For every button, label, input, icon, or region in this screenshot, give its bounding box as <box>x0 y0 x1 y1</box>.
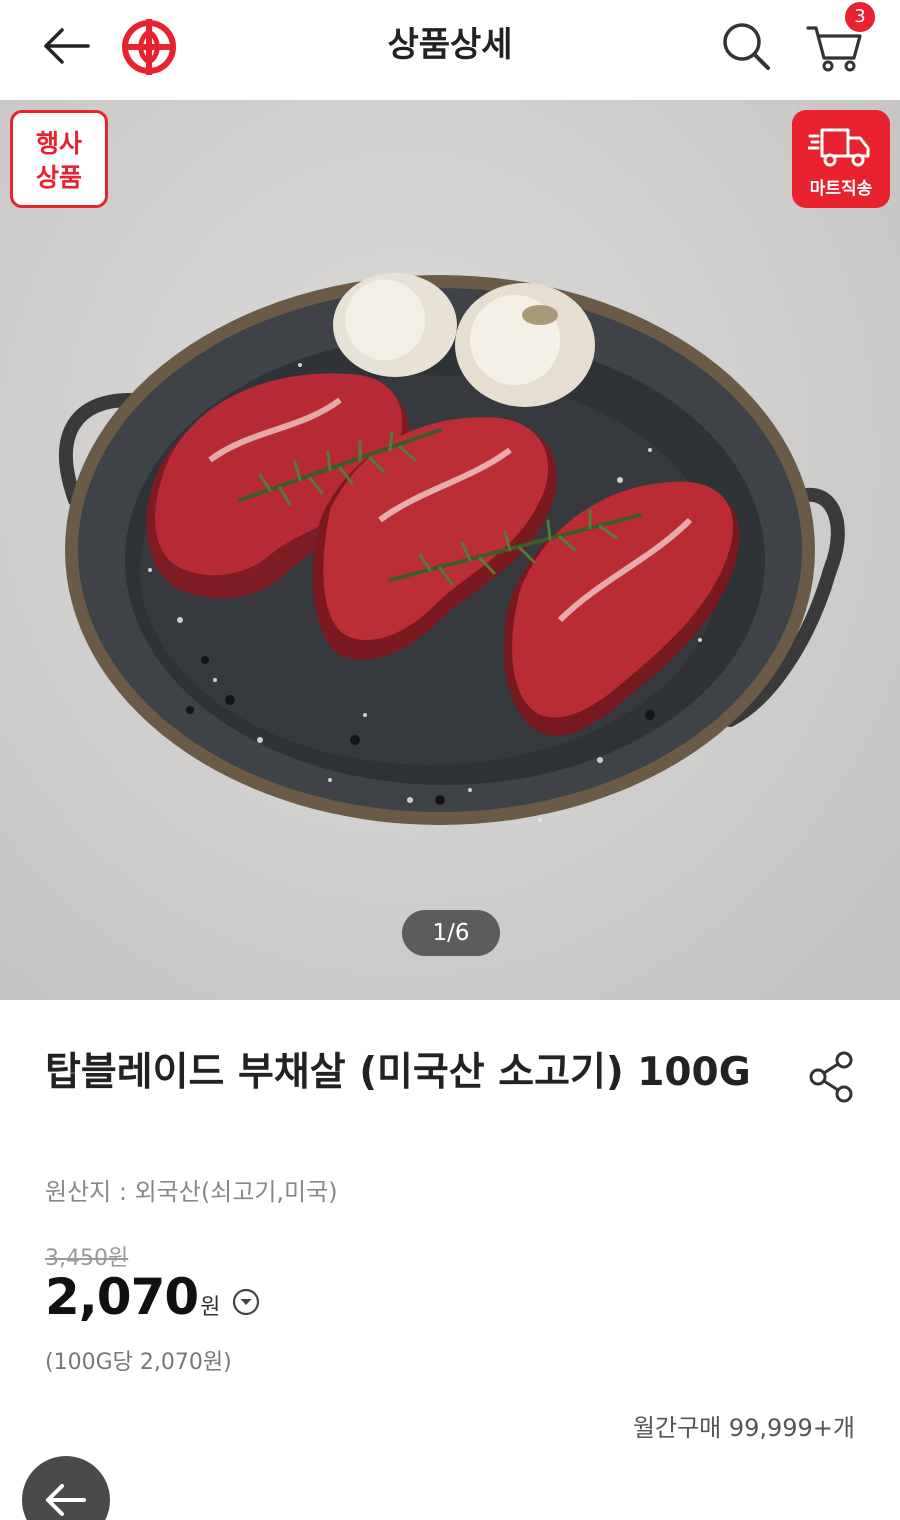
origin-info: 원산지 : 외국산(쇠고기,미국) <box>45 1178 338 1206</box>
back-arrow-icon[interactable] <box>40 22 92 70</box>
brand-logo-icon[interactable] <box>118 16 180 78</box>
top-app-bar: 상품상세 3 <box>0 0 900 100</box>
event-badge-line-1: 행사 <box>35 129 82 158</box>
delivery-truck-icon <box>808 128 870 167</box>
unit-price: (100G당 2,070원) <box>45 1350 232 1375</box>
event-product-badge: 행사 상품 <box>10 110 108 208</box>
product-title: 탑블레이드 부채살 (미국산 소고기) 100G <box>45 1050 751 1095</box>
event-badge-line-2: 상품 <box>35 163 82 192</box>
floating-back-button[interactable] <box>22 1456 110 1520</box>
currency-unit: 원 <box>200 1295 221 1320</box>
cart-count-badge: 3 <box>845 2 875 32</box>
monthly-purchase-count: 월간구매 99,999+개 <box>632 1414 855 1442</box>
price-row: 2,070원 <box>45 1268 260 1328</box>
back-arrow-icon <box>46 1484 86 1516</box>
image-pager-indicator: 1/6 <box>402 910 500 956</box>
search-icon[interactable] <box>718 18 774 74</box>
product-photo <box>59 273 845 825</box>
mart-delivery-label: 마트직송 <box>809 179 873 199</box>
product-image-carousel[interactable]: 행사 상품 마트직송 1/6 <box>0 100 900 1000</box>
sale-price: 2,070 <box>45 1268 199 1326</box>
price-detail-chevron-icon[interactable] <box>232 1288 260 1316</box>
mart-delivery-badge: 마트직송 <box>792 110 890 208</box>
share-icon[interactable] <box>806 1050 858 1104</box>
